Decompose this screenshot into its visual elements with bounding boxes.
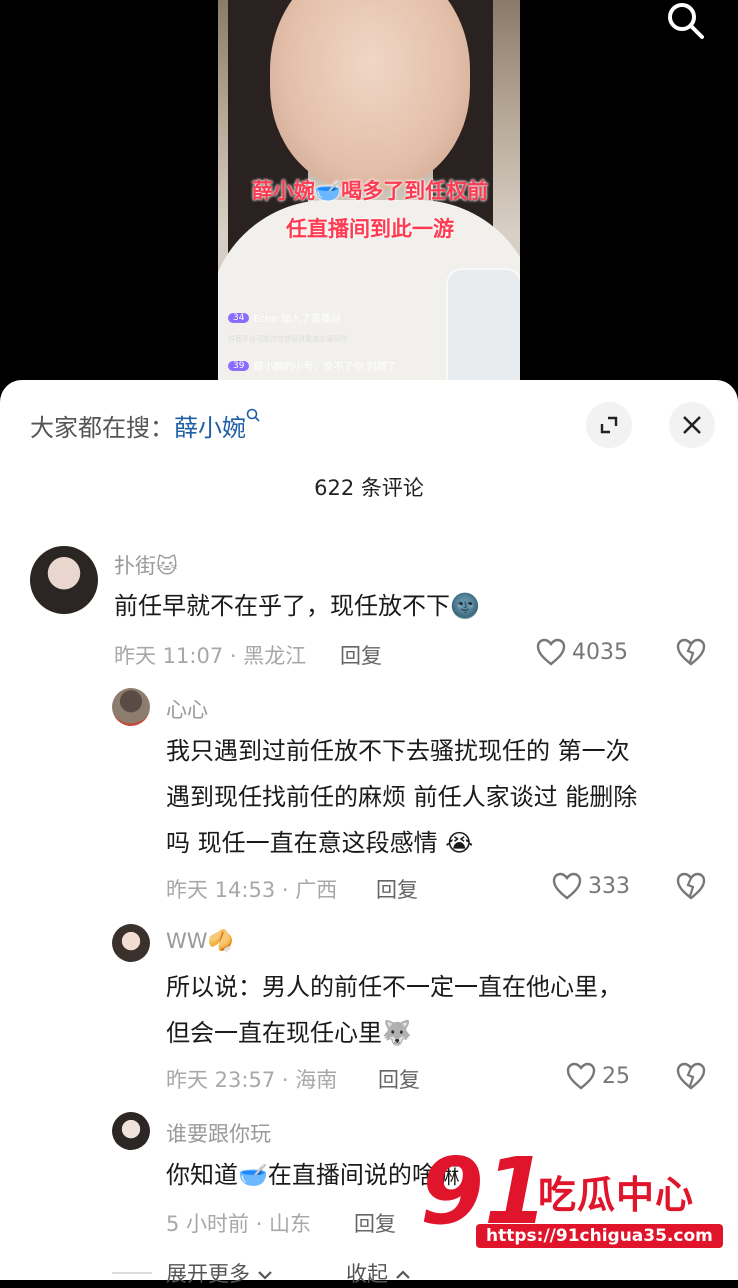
heart-icon <box>566 1062 596 1090</box>
dislike-icon[interactable] <box>676 638 706 670</box>
reply-button[interactable]: 回复 <box>378 1064 420 1094</box>
video-player[interactable]: 薛小婉🥣喝多了到任权前 任直播间到此一游 34 Echo 加入了直播间 抖音平台… <box>0 0 738 400</box>
watermark-logo: 91 吃瓜中心 https://91chigua35.com <box>420 1142 723 1260</box>
watermark-url: https://91chigua35.com <box>476 1224 723 1248</box>
collapse-button[interactable]: 收起 <box>346 1258 411 1288</box>
trending-search[interactable]: 大家都在搜：薛小婉 <box>30 408 262 443</box>
small-search-icon <box>246 408 260 422</box>
comment-text: 但会一直在现任心里🐺 <box>166 1019 412 1047</box>
comment-author[interactable]: 心心 <box>166 694 208 724</box>
comment-text: 所以说：男人的前任不一定一直在他心里， <box>166 973 622 1001</box>
like-count: 333 <box>588 873 630 899</box>
heart-icon <box>552 872 582 900</box>
like-button[interactable]: 4035 <box>536 638 628 666</box>
video-face <box>270 0 470 190</box>
video-bottle <box>446 268 520 390</box>
avatar[interactable] <box>30 546 98 614</box>
live-message-text: Echo 加入了直播间 <box>253 314 341 325</box>
live-badge: 39 <box>228 360 250 371</box>
live-message-text: 薛小婉的小号：交不了你 别蹭了 <box>253 362 397 373</box>
close-icon[interactable] <box>669 402 715 448</box>
trending-search-keyword[interactable]: 薛小婉 <box>174 414 246 442</box>
reply-button[interactable]: 回复 <box>376 874 418 904</box>
reply-button[interactable]: 回复 <box>340 640 382 670</box>
chevron-down-icon <box>257 1271 272 1280</box>
like-count: 25 <box>602 1063 630 1089</box>
search-icon[interactable] <box>662 0 708 40</box>
avatar[interactable] <box>112 924 150 962</box>
heart-icon <box>536 638 566 666</box>
like-button[interactable]: 333 <box>552 872 630 900</box>
live-notice-text: 抖音平台可能存在信息泄露或交易风险 <box>228 335 347 343</box>
comment-meta: 昨天 14:53 · 广西 <box>166 878 338 902</box>
comment-text: 遇到现任找前任的麻烦 前任人家谈过 能删除 <box>166 783 638 811</box>
expand-more-label: 展开更多 <box>166 1262 250 1286</box>
divider <box>112 1272 152 1274</box>
dislike-icon[interactable] <box>676 1062 706 1094</box>
comment-count: 622 条评论 <box>314 476 424 500</box>
reply-button[interactable]: 回复 <box>354 1208 396 1238</box>
comment-text: 前任早就不在乎了，现任放不下🌚 <box>114 592 480 620</box>
collapse-label: 收起 <box>346 1262 388 1286</box>
expand-icon[interactable] <box>586 402 632 448</box>
dislike-icon[interactable] <box>676 872 706 904</box>
watermark-title: 吃瓜中心 <box>538 1173 695 1217</box>
comment-text: 我只遇到过前任放不下去骚扰现任的 第一次 <box>166 737 630 765</box>
live-message: 34 Echo 加入了直播间 <box>228 310 341 325</box>
comment-text: 你知道🥣在直播间说的啥嘛 <box>166 1161 460 1189</box>
comment-author[interactable]: WW🥠 <box>166 929 234 954</box>
live-badge: 34 <box>228 312 250 323</box>
like-button[interactable]: 25 <box>566 1062 630 1090</box>
like-count: 4035 <box>572 639 628 665</box>
video-caption-line1: 薛小婉🥣喝多了到任权前 <box>251 179 489 203</box>
expand-more-button[interactable]: 展开更多 <box>166 1258 273 1288</box>
live-message: 39 薛小婉的小号：交不了你 别蹭了 <box>228 358 397 373</box>
trending-search-label: 大家都在搜： <box>30 414 174 442</box>
comment-meta: 5 小时前 · 山东 <box>166 1212 312 1236</box>
live-notice: 抖音平台可能存在信息泄露或交易风险 <box>228 334 347 344</box>
video-caption-line2: 任直播间到此一游 <box>286 217 454 241</box>
comment-text: 吗 现任一直在意这段感情 😭 <box>166 829 474 857</box>
comment-meta: 昨天 23:57 · 海南 <box>166 1068 338 1092</box>
comment-author[interactable]: 扑街🐱 <box>114 550 178 580</box>
avatar[interactable] <box>112 688 150 726</box>
comment-meta: 昨天 11:07 · 黑龙江 <box>114 644 307 668</box>
chevron-up-icon <box>395 1270 410 1279</box>
avatar[interactable] <box>112 1112 150 1150</box>
comment-author[interactable]: 谁要跟你玩 <box>166 1118 271 1148</box>
